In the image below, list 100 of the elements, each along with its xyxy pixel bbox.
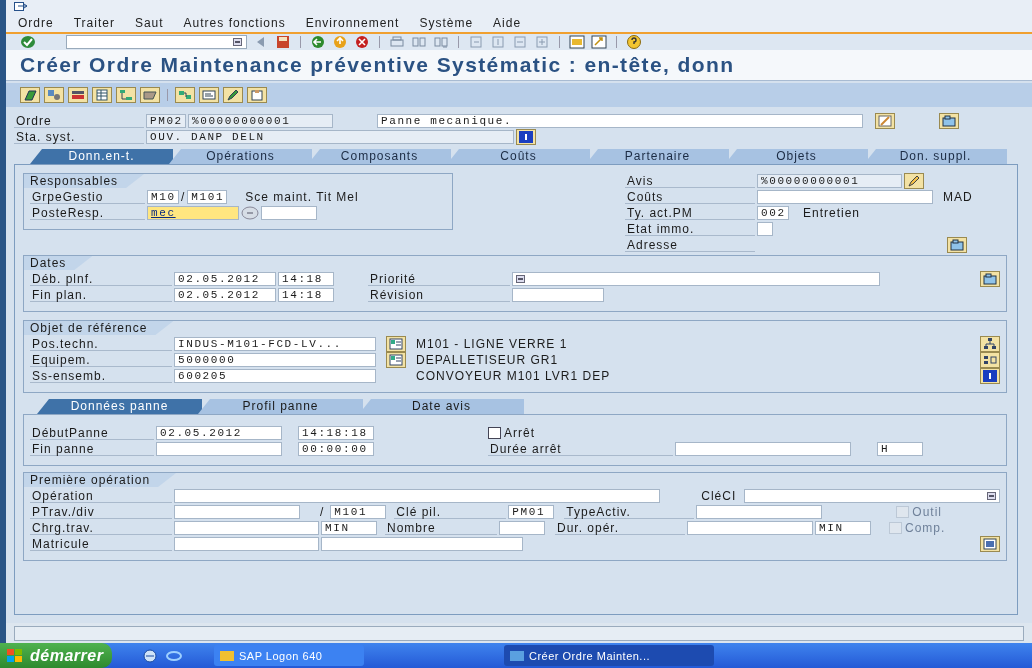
input-field[interactable] — [156, 442, 282, 456]
help-icon[interactable] — [626, 34, 642, 50]
input-field[interactable]: 002 — [757, 206, 789, 220]
taskbar-button[interactable]: SAP Logon 640 — [214, 645, 364, 666]
menu-item[interactable]: Aide — [493, 16, 522, 30]
input-field[interactable]: PM02 — [146, 114, 186, 128]
input-field[interactable] — [757, 190, 933, 204]
window-icon — [220, 649, 234, 662]
save-icon[interactable] — [275, 34, 291, 50]
tab[interactable]: Données panne — [37, 399, 202, 414]
input-field[interactable]: M101 — [330, 505, 387, 519]
input-field[interactable]: mec — [147, 206, 239, 220]
table-icon[interactable] — [92, 87, 112, 103]
input-field[interactable] — [174, 505, 300, 519]
form-icon[interactable] — [199, 87, 219, 103]
clipboard-icon[interactable] — [247, 87, 267, 103]
list-icon[interactable] — [68, 87, 88, 103]
input-field[interactable]: OUV. DANP DELN — [146, 130, 514, 144]
cancel-icon[interactable] — [354, 34, 370, 50]
input-field[interactable]: 600205 — [174, 369, 376, 383]
input-field[interactable] — [174, 521, 319, 535]
taskbar-button[interactable]: Créer Ordre Mainten... — [504, 645, 714, 666]
input-field[interactable]: H — [877, 442, 923, 456]
separator-text: / — [320, 505, 325, 519]
input-field[interactable]: %00000000001 — [188, 114, 333, 128]
exit-icon[interactable] — [332, 34, 348, 50]
field-label: PosteResp. — [30, 206, 145, 220]
input-field[interactable] — [675, 442, 851, 456]
field-text: DEPALLETISEUR GR1 — [416, 353, 559, 367]
input-field[interactable] — [696, 505, 823, 519]
input-field[interactable] — [757, 222, 773, 236]
folder-icon[interactable] — [947, 237, 967, 253]
input-field[interactable]: %00000000001 — [757, 174, 902, 188]
input-field[interactable]: INDUS-M101-FCD-LV... — [174, 337, 376, 351]
field-label: Ordre — [14, 114, 144, 128]
field-label: Fin plan. — [30, 288, 172, 302]
print-icon[interactable] — [389, 34, 405, 50]
input-field[interactable]: Panne mecanique. — [377, 114, 863, 128]
input-field[interactable]: 02.05.2012 — [174, 272, 276, 286]
input-field[interactable]: PM01 — [508, 505, 555, 519]
dropdown-field[interactable] — [744, 489, 1000, 503]
edit-icon[interactable] — [875, 113, 895, 129]
window-icon[interactable] — [569, 34, 585, 50]
input-field[interactable] — [687, 521, 813, 535]
object-icon[interactable] — [386, 336, 406, 352]
structure-icon[interactable] — [980, 336, 1000, 352]
input-field[interactable]: MIN — [815, 521, 871, 535]
input-field[interactable]: 02.05.2012 — [156, 426, 282, 440]
dropdown-field[interactable] — [512, 272, 880, 286]
layout-icon[interactable] — [980, 536, 1000, 552]
info-icon[interactable] — [980, 368, 1000, 384]
command-field[interactable] — [66, 35, 247, 49]
back-icon[interactable] — [310, 34, 326, 50]
network-icon[interactable] — [175, 87, 195, 103]
field-label: Adresse — [625, 238, 755, 252]
input-field[interactable] — [321, 537, 523, 551]
input-field[interactable]: 14:18 — [278, 272, 334, 286]
input-field[interactable]: 14:18:18 — [298, 426, 374, 440]
field-label: Clé pil. — [394, 505, 507, 519]
checkbox[interactable] — [488, 427, 501, 439]
folder-icon[interactable] — [980, 271, 1000, 287]
tab[interactable]: Profil panne — [198, 399, 363, 414]
pencil-icon[interactable] — [904, 173, 924, 189]
structure-list-icon[interactable] — [980, 352, 1000, 368]
field-label: Coûts — [625, 190, 755, 204]
menu-item[interactable]: Ordre — [18, 16, 54, 30]
input-field[interactable]: 00:00:00 — [298, 442, 374, 456]
tab[interactable]: Opérations — [169, 149, 312, 164]
input-field[interactable]: M101 — [187, 190, 228, 204]
input-field[interactable]: MIN — [321, 521, 377, 535]
folder-icon[interactable] — [939, 113, 959, 129]
input-field[interactable] — [512, 288, 604, 302]
input-field[interactable] — [174, 489, 660, 503]
input-field[interactable]: 5000000 — [174, 353, 376, 367]
dropdown-icon[interactable] — [233, 38, 242, 46]
pencil-icon[interactable] — [223, 87, 243, 103]
dropdown-icon[interactable] — [987, 492, 996, 500]
input-field[interactable]: 02.05.2012 — [174, 288, 276, 302]
menu-item[interactable]: Environnement — [305, 16, 400, 30]
input-field[interactable] — [174, 537, 319, 551]
tab[interactable]: Donn.en-t. — [30, 149, 173, 164]
input-field[interactable]: M10 — [147, 190, 179, 204]
check-icon[interactable] — [20, 34, 36, 50]
field-text: Entretien — [803, 206, 861, 220]
info-icon[interactable] — [516, 129, 536, 145]
field-label: Opération — [30, 489, 172, 503]
field-label: PTrav./div — [30, 505, 172, 519]
menu-item[interactable]: Saut — [134, 16, 164, 30]
object-icon[interactable] — [386, 352, 406, 368]
input-field[interactable] — [261, 206, 317, 220]
menu-item[interactable]: Système — [419, 16, 474, 30]
menu-icon[interactable] — [14, 2, 28, 14]
window-icon — [510, 649, 524, 662]
hierarchy-icon[interactable] — [116, 87, 136, 103]
dropdown-icon[interactable] — [516, 275, 525, 283]
menu-item[interactable]: Traiter — [73, 16, 115, 30]
input-field[interactable] — [499, 521, 545, 535]
input-field[interactable]: 14:18 — [278, 288, 334, 302]
menu-item[interactable]: Autres fonctions — [183, 16, 286, 30]
shortcut-icon[interactable] — [591, 34, 607, 50]
